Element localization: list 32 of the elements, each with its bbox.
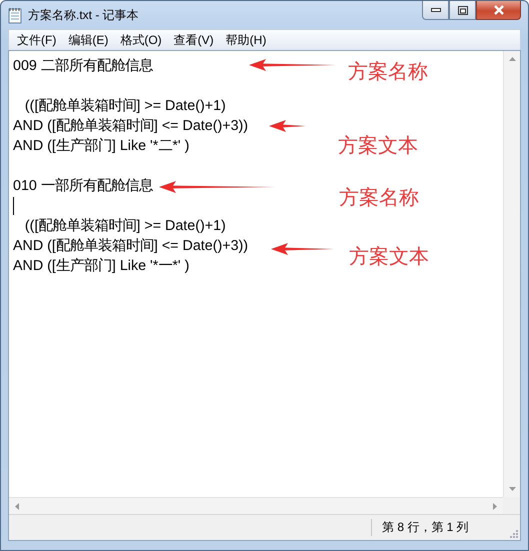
minimize-button[interactable] xyxy=(422,1,449,20)
up-arrow-icon xyxy=(508,57,516,61)
menu-item[interactable]: 编辑(E) xyxy=(62,32,114,48)
menu-item[interactable]: 帮助(H) xyxy=(220,32,272,48)
right-arrow-icon xyxy=(493,502,497,510)
cursor-position: 第 8 行，第 1 列 xyxy=(371,519,502,536)
annotation-label: 方案文本 xyxy=(338,132,418,159)
close-button[interactable] xyxy=(476,1,521,20)
annotation-label: 方案名称 xyxy=(339,184,419,211)
close-icon xyxy=(492,5,504,15)
annotation-label: 方案名称 xyxy=(348,58,428,85)
text-line: 010 一部所有配舱信息 xyxy=(13,176,153,196)
text-line: 009 二部所有配舱信息 xyxy=(13,56,153,76)
left-arrow-icon xyxy=(15,502,19,510)
maximize-icon xyxy=(458,6,468,14)
text-line: AND ([生产部门] Like '*一*' ) xyxy=(13,256,190,276)
notepad-icon xyxy=(8,6,22,24)
text-line: AND ([配舱单装箱时间] <= Date()+3)) xyxy=(13,237,248,256)
text-line: (([配舱单装箱时间] >= Date()+1) xyxy=(24,97,226,116)
window-title: 方案名称.txt - 记事本 xyxy=(28,6,139,24)
text-line: AND ([配舱单装箱时间] <= Date()+3)) xyxy=(13,117,248,136)
text-line: (([配舱单装箱时间] >= Date()+1) xyxy=(24,217,226,236)
maximize-button[interactable] xyxy=(449,1,476,20)
annotation-label: 方案文本 xyxy=(349,243,429,270)
menu-item[interactable]: 文件(F) xyxy=(11,32,62,48)
resize-grip-icon[interactable] xyxy=(509,529,518,538)
down-arrow-icon xyxy=(508,487,516,491)
menu-item[interactable]: 格式(O) xyxy=(114,32,168,48)
text-line: AND ([生产部门] Like '*二*' ) xyxy=(13,136,190,156)
minimize-icon xyxy=(430,8,440,12)
menu-item[interactable]: 查看(V) xyxy=(168,32,220,48)
text-caret xyxy=(13,197,14,216)
